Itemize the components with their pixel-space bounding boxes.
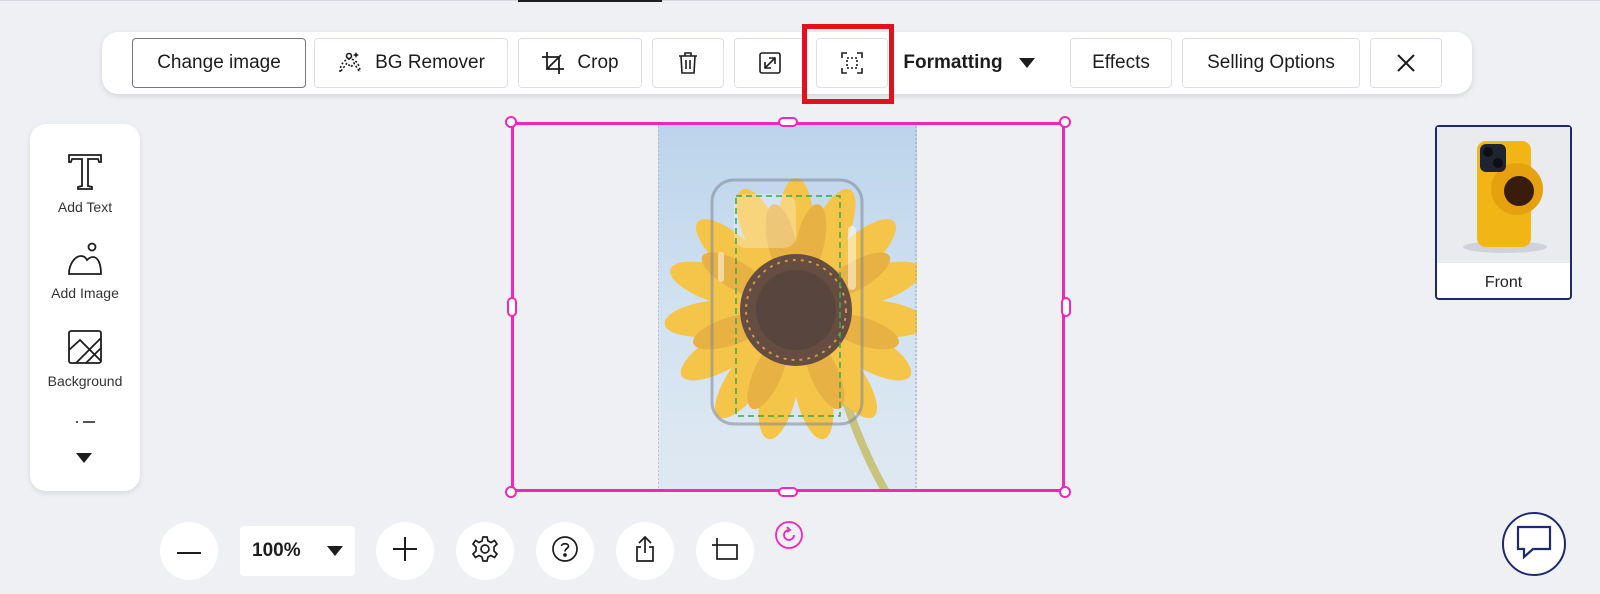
chevron-down-icon xyxy=(76,450,92,467)
tools-sidebar: Add Text Add Image Background xyxy=(30,124,140,491)
sunflower-image[interactable] xyxy=(658,122,917,492)
front-view-thumbnail[interactable]: Front xyxy=(1435,125,1572,300)
share-button[interactable] xyxy=(616,522,674,580)
bg-remover-label: BG Remover xyxy=(375,52,485,73)
plus-icon xyxy=(392,536,418,567)
add-text-button[interactable]: Add Text xyxy=(30,154,140,215)
thumbnail-label: Front xyxy=(1484,274,1523,291)
scroll-down-button[interactable] xyxy=(76,450,92,468)
zoom-out-button[interactable] xyxy=(160,522,218,580)
chevron-down-icon xyxy=(327,540,343,562)
delete-button[interactable] xyxy=(652,38,724,88)
resize-handle-bottom-right[interactable] xyxy=(1059,486,1071,498)
resize-handle-bottom-left[interactable] xyxy=(505,486,517,498)
chevron-down-icon xyxy=(1018,52,1035,74)
phone-case-preview xyxy=(1437,127,1570,263)
resize-handle-top[interactable] xyxy=(778,117,798,127)
crop-icon xyxy=(541,51,565,75)
top-divider xyxy=(0,0,1600,1)
rotate-icon xyxy=(774,521,804,554)
zoom-dropdown[interactable]: 100% xyxy=(240,526,355,576)
minus-icon xyxy=(176,542,202,560)
text-icon xyxy=(68,154,102,193)
formatting-label: Formatting xyxy=(903,52,1003,73)
canvas-icon xyxy=(711,537,739,566)
image-toolbar: Change image BG Remover Crop Formatting … xyxy=(102,32,1472,94)
bg-remover-button[interactable]: BG Remover xyxy=(314,38,508,88)
change-image-button[interactable]: Change image xyxy=(132,38,306,88)
resize-handle-left[interactable] xyxy=(507,297,517,317)
add-image-label: Add Image xyxy=(51,285,119,301)
background-label: Background xyxy=(47,373,123,389)
share-icon xyxy=(633,535,657,568)
resize-handle-right[interactable] xyxy=(1061,297,1071,317)
add-text-label: Add Text xyxy=(57,199,113,215)
effects-button[interactable]: Effects xyxy=(1070,38,1172,88)
resize-handle-bottom[interactable] xyxy=(778,487,798,497)
fit-frame-icon xyxy=(840,51,864,75)
change-image-label: Change image xyxy=(157,52,281,73)
effects-label: Effects xyxy=(1092,52,1150,73)
bg-remover-icon xyxy=(337,50,363,76)
resize-handle-top-right[interactable] xyxy=(1059,116,1071,128)
formatting-dropdown[interactable]: Formatting xyxy=(890,38,1048,88)
help-button[interactable] xyxy=(536,522,594,580)
chat-icon xyxy=(1515,524,1553,565)
canvas-size-button[interactable] xyxy=(696,522,754,580)
background-icon xyxy=(68,330,102,367)
help-icon xyxy=(551,535,579,568)
active-tab-indicator xyxy=(518,0,662,2)
trash-icon xyxy=(677,51,699,75)
fit-to-frame-button[interactable] xyxy=(816,38,888,88)
resize-button[interactable] xyxy=(734,38,806,88)
crop-button[interactable]: Crop xyxy=(518,38,642,88)
resize-handle-top-left[interactable] xyxy=(505,116,517,128)
add-image-button[interactable]: Add Image xyxy=(30,242,140,301)
chat-button[interactable] xyxy=(1502,512,1566,576)
selling-options-button[interactable]: Selling Options xyxy=(1182,38,1360,88)
close-toolbar-button[interactable] xyxy=(1370,38,1442,88)
rotate-handle[interactable] xyxy=(774,520,804,555)
settings-button[interactable] xyxy=(456,522,514,580)
crop-label: Crop xyxy=(577,52,619,73)
resize-icon xyxy=(758,51,782,75)
zoom-value: 100% xyxy=(252,540,301,561)
image-icon xyxy=(67,242,103,279)
gear-icon xyxy=(471,535,499,568)
zoom-in-button[interactable] xyxy=(376,522,434,580)
more-tools-peek xyxy=(30,412,140,423)
selling-options-label: Selling Options xyxy=(1207,52,1335,73)
background-button[interactable]: Background xyxy=(30,330,140,389)
close-icon xyxy=(1396,53,1416,73)
